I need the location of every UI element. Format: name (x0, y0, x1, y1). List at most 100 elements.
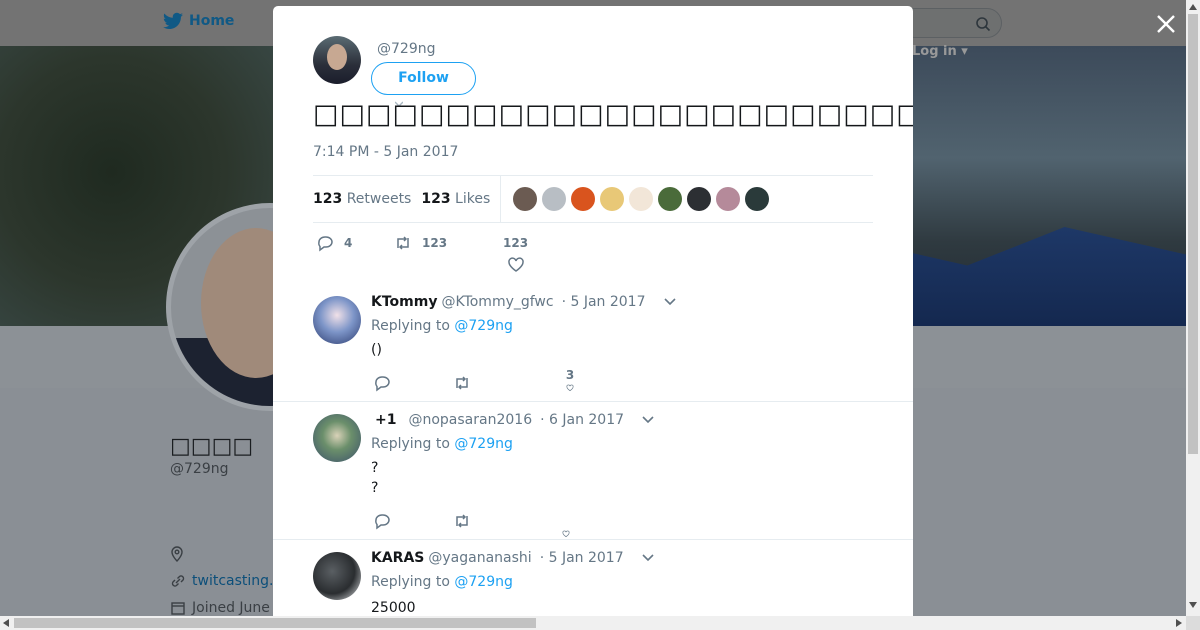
retweet-action[interactable]: 123 (394, 234, 447, 252)
tweet-stats: 123 Retweets 123 Likes (313, 175, 873, 223)
scroll-left-arrow-icon[interactable] (3, 619, 9, 627)
replying-to-link[interactable]: @729ng (454, 318, 512, 334)
tweet-timestamp[interactable]: 7:14 PM - 5 Jan 2017 (313, 144, 458, 160)
reply-line: ? (371, 480, 379, 496)
replying-to: Replying to @729ng (371, 574, 513, 590)
reply-header: KTommy @KTommy_gfwc · 5 Jan 2017 (371, 294, 676, 310)
chevron-down-icon[interactable] (642, 416, 654, 424)
liker-avatar[interactable] (658, 187, 683, 211)
login-link[interactable]: Log in ▾ (912, 44, 968, 59)
profile-joined-text: Joined June (192, 600, 270, 616)
reply-like-action[interactable]: 3 (561, 368, 579, 392)
reply-like-action[interactable] (557, 530, 575, 538)
reply-date[interactable]: · 5 Jan 2017 (540, 550, 624, 566)
reply-retweet-action[interactable] (453, 374, 471, 392)
vertical-scrollbar[interactable] (1186, 0, 1200, 616)
horizontal-scrollbar-thumb[interactable] (14, 618, 536, 628)
nav-home-link[interactable]: Home (163, 12, 234, 30)
reply-body: () (371, 340, 382, 360)
profile-joined: Joined June (170, 600, 270, 616)
likes-stat[interactable]: 123 Likes (421, 191, 490, 207)
tweet-actions: 4 123 123 (313, 234, 873, 274)
replying-to-link[interactable]: @729ng (454, 436, 512, 452)
reply-avatar[interactable] (313, 414, 361, 462)
reply-username[interactable]: @KTommy_gfwc (441, 294, 553, 310)
like-count: 123 (503, 236, 529, 250)
reply-avatar[interactable] (313, 552, 361, 600)
author-handle[interactable]: @729ng (377, 41, 435, 57)
reply-reply-action[interactable] (373, 512, 391, 530)
author-avatar-face (327, 44, 347, 70)
follow-button[interactable]: Follow (371, 62, 476, 95)
reply-line: ? (371, 460, 379, 476)
reply-reply-action[interactable] (373, 374, 391, 392)
liker-avatar[interactable] (571, 187, 596, 211)
retweets-count: 123 (313, 191, 343, 207)
reply-name[interactable]: KTommy (371, 294, 437, 310)
replying-to: Replying to @729ng (371, 436, 513, 452)
reply-item[interactable]: +1 @nopasaran2016 · 6 Jan 2017 Replying … (273, 402, 913, 540)
scroll-right-arrow-icon[interactable] (1176, 619, 1182, 627)
reply-name[interactable]: KARAS (371, 550, 424, 566)
horizontal-scrollbar[interactable] (0, 616, 1186, 630)
reply-date[interactable]: · 5 Jan 2017 (562, 294, 646, 310)
retweets-stat[interactable]: 123 Retweets (313, 191, 411, 207)
reply-retweet-action[interactable] (453, 512, 471, 530)
liker-avatar[interactable] (629, 187, 654, 211)
scroll-down-arrow-icon[interactable] (1189, 602, 1197, 608)
liker-avatar[interactable] (542, 187, 567, 211)
profile-name: □□□□ (170, 434, 254, 459)
liker-avatar[interactable] (600, 187, 625, 211)
reply-item[interactable]: KARAS @yagananashi · 5 Jan 2017 Replying… (273, 540, 913, 616)
tweet-text: □□□□□□□□□□□□□□□□□□□□□□□□□□□□□□□□□□□□□□□□… (313, 99, 913, 130)
login-label: Log in (912, 44, 957, 59)
retweet-icon (456, 514, 468, 528)
reply-item[interactable]: KTommy @KTommy_gfwc · 5 Jan 2017 Replyin… (273, 284, 913, 402)
author-avatar[interactable] (313, 36, 361, 84)
retweets-label: Retweets (346, 191, 412, 207)
heart-icon (566, 384, 574, 392)
stats-divider (500, 176, 502, 222)
reply-avatar[interactable] (313, 296, 361, 344)
reply-username[interactable]: @nopasaran2016 (408, 412, 532, 428)
likes-count: 123 (421, 191, 451, 207)
close-modal-button[interactable] (1154, 12, 1178, 36)
likers-list (513, 187, 770, 211)
profile-website-text: twitcasting. (192, 573, 274, 589)
scrollbar-corner (1186, 616, 1200, 630)
vertical-scrollbar-thumb[interactable] (1188, 14, 1198, 454)
twitter-bird-icon (163, 12, 183, 29)
retweet-icon (397, 236, 409, 250)
search-icon (976, 17, 991, 32)
location-icon (170, 546, 184, 566)
heart-icon (562, 530, 570, 538)
likes-label: Likes (455, 191, 491, 207)
reply-actions: 3 (371, 368, 671, 394)
replying-prefix: Replying to (371, 436, 450, 452)
replying-prefix: Replying to (371, 318, 450, 334)
reply-name[interactable]: +1 (375, 412, 396, 428)
retweet-icon (456, 376, 468, 390)
liker-avatar[interactable] (745, 187, 770, 211)
reply-line: () (371, 342, 382, 358)
heart-icon (507, 257, 524, 272)
chevron-down-icon[interactable] (663, 298, 676, 306)
reply-header: +1 @nopasaran2016 · 6 Jan 2017 (371, 412, 654, 428)
reply-icon (318, 236, 333, 252)
search-input[interactable] (900, 8, 1002, 38)
reply-username[interactable]: @yagananashi (428, 550, 531, 566)
replying-to-link[interactable]: @729ng (454, 574, 512, 590)
profile-website-link[interactable]: twitcasting. (170, 573, 273, 589)
liker-avatar[interactable] (687, 187, 712, 211)
reply-body: ? ? (371, 458, 378, 498)
retweet-count: 123 (422, 236, 448, 250)
like-action[interactable]: 123 (503, 236, 528, 274)
reply-line: 25000 (371, 600, 416, 616)
chevron-down-icon[interactable] (642, 554, 654, 562)
liker-avatar[interactable] (716, 187, 741, 211)
reply-date[interactable]: · 6 Jan 2017 (540, 412, 624, 428)
liker-avatar[interactable] (513, 187, 538, 211)
reply-action[interactable]: 4 (316, 234, 352, 252)
scroll-up-arrow-icon[interactable] (1189, 4, 1197, 10)
reply-header: KARAS @yagananashi · 5 Jan 2017 (371, 550, 654, 566)
